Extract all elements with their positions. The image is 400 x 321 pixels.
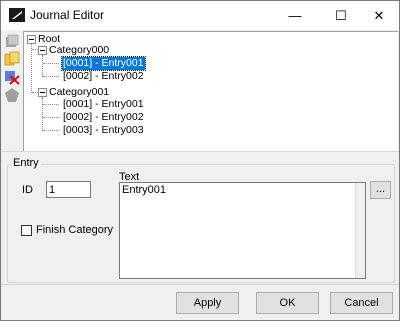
tree-entry[interactable]: [0001] - Entry001	[63, 98, 144, 111]
close-button[interactable]: ✕	[357, 1, 400, 30]
tree-entry[interactable]: [0002] - Entry002	[63, 111, 144, 124]
root-collapse-toggle[interactable]	[27, 35, 36, 44]
apply-button[interactable]: Apply	[176, 292, 239, 314]
category001-collapse-toggle[interactable]	[38, 88, 47, 97]
text-input[interactable]: Entry001	[119, 182, 366, 279]
delete-icon[interactable]	[4, 69, 20, 85]
finish-category-checkbox[interactable]	[21, 225, 32, 236]
entry-group-label: Entry	[11, 157, 41, 169]
journal-tree[interactable]: Root Category000 [0001] - Entry001 [0002…	[23, 31, 398, 152]
side-toolbar	[2, 30, 22, 151]
tree-entry-selected[interactable]: [0001] - Entry001	[61, 56, 146, 71]
title-bar[interactable]: Journal Editor — ☐ ✕	[1, 1, 399, 30]
tree-entry[interactable]: [0003] - Entry003	[63, 124, 144, 137]
text-value: Entry001	[122, 184, 167, 196]
browse-button[interactable]: ...	[370, 181, 391, 199]
minimize-button[interactable]: —	[273, 1, 317, 30]
properties-icon[interactable]	[4, 87, 20, 103]
new-category-icon[interactable]	[4, 33, 20, 49]
new-entry-icon[interactable]	[4, 51, 20, 67]
tree-category[interactable]: Category000	[49, 44, 109, 57]
journal-editor-window: Journal Editor — ☐ ✕ Root Category000 [0…	[0, 0, 400, 321]
window-title: Journal Editor	[30, 8, 105, 22]
cancel-button[interactable]: Cancel	[330, 292, 393, 314]
splitter[interactable]	[1, 151, 399, 155]
category000-collapse-toggle[interactable]	[38, 46, 47, 55]
id-input[interactable]	[46, 181, 91, 198]
text-scrollbar[interactable]	[355, 183, 365, 278]
id-label: ID	[22, 184, 33, 196]
app-icon	[9, 8, 25, 22]
ok-button[interactable]: OK	[256, 292, 319, 314]
finish-category-label[interactable]: Finish Category	[36, 224, 113, 236]
tree-entry[interactable]: [0002] - Entry002	[63, 70, 144, 83]
